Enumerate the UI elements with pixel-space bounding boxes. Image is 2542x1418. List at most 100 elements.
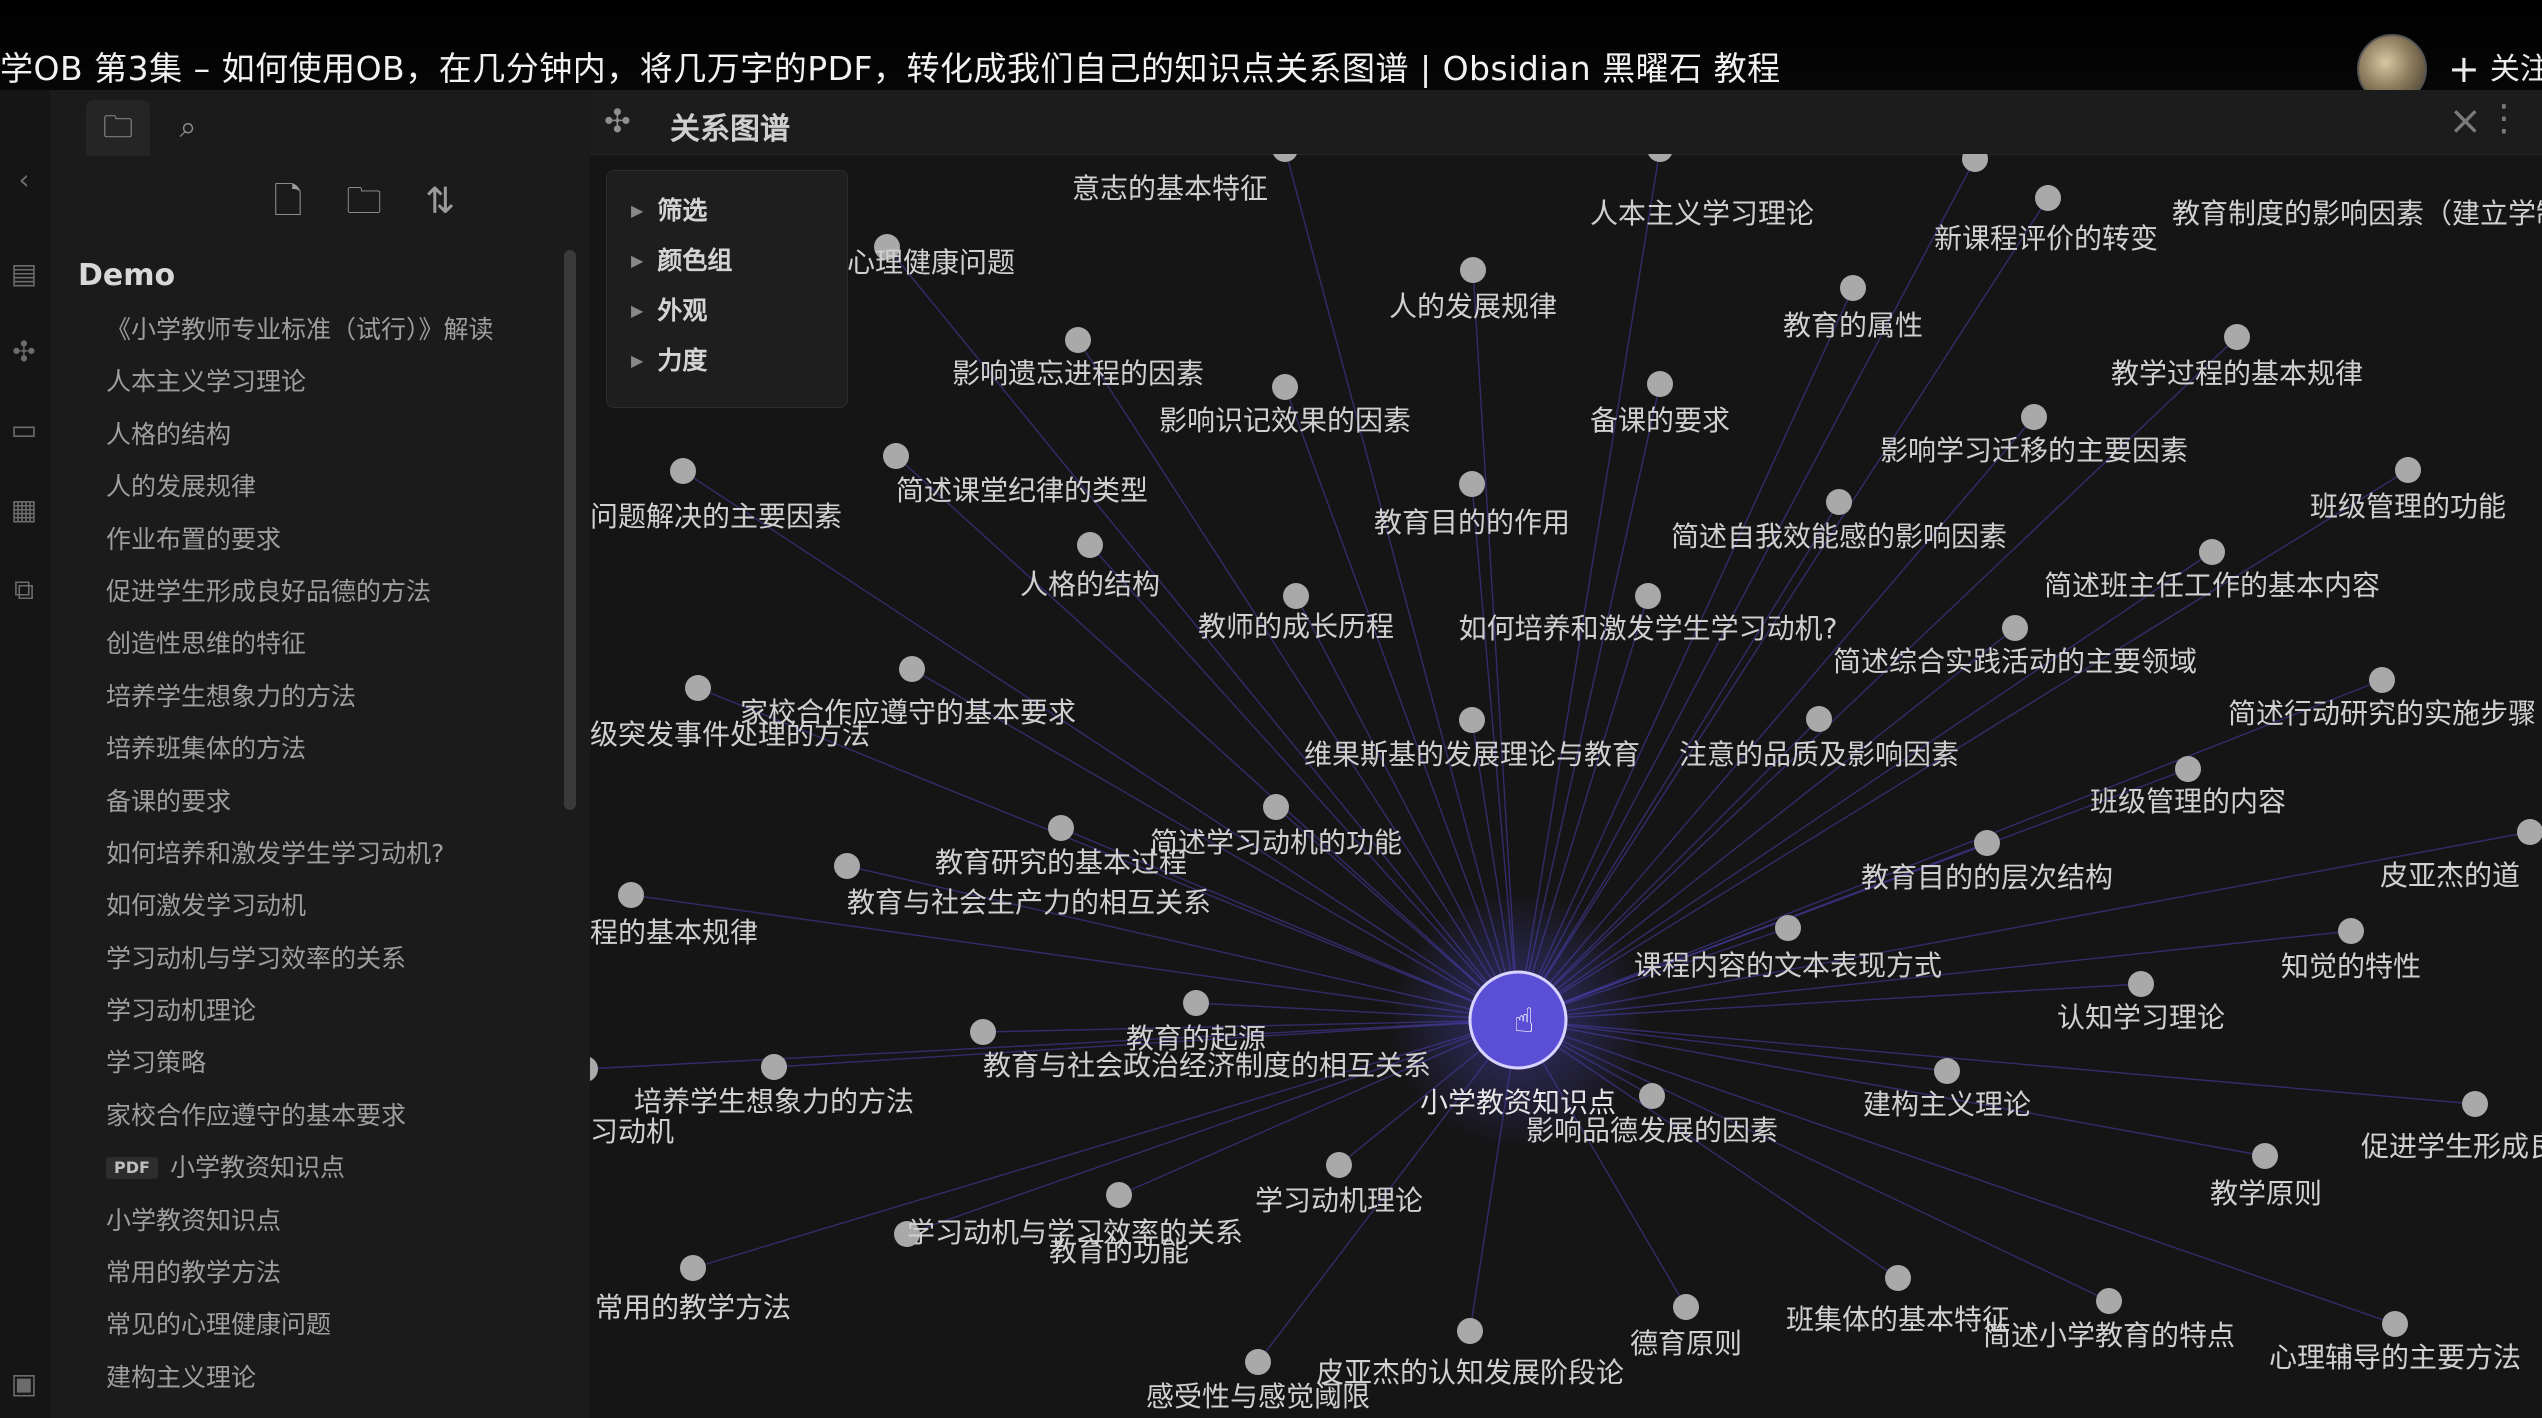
- quick-switcher-icon[interactable]: ▤: [8, 258, 40, 290]
- graph-node[interactable]: [883, 443, 909, 469]
- graph-node[interactable]: [1934, 1058, 1960, 1084]
- follow-button[interactable]: + 关注: [2448, 44, 2542, 91]
- graph-node[interactable]: [2035, 185, 2061, 211]
- graph-node[interactable]: [1840, 275, 1866, 301]
- graph-node[interactable]: [2252, 1143, 2278, 1169]
- slides-icon[interactable]: ▭: [8, 414, 40, 446]
- graph-node[interactable]: [1283, 583, 1309, 609]
- graph-node[interactable]: [761, 1054, 787, 1080]
- graph-node[interactable]: [1885, 1265, 1911, 1291]
- sidebar-tabs: 🗀 ⌕: [86, 100, 586, 156]
- graph-node[interactable]: [2338, 918, 2364, 944]
- graph-node[interactable]: [1826, 489, 1852, 515]
- graph-node[interactable]: [1459, 707, 1485, 733]
- vault-name[interactable]: Demo: [78, 258, 175, 293]
- graph-node[interactable]: [1459, 471, 1485, 497]
- graph-node[interactable]: [834, 853, 860, 879]
- sort-button[interactable]: ⇅: [412, 174, 468, 230]
- search-tab[interactable]: ⌕: [156, 100, 220, 156]
- graph-node[interactable]: [1106, 1182, 1132, 1208]
- graph-control-section[interactable]: ▶ 筛选: [631, 191, 707, 231]
- file-item[interactable]: 人的发展规律: [106, 461, 566, 513]
- vault-switch-icon[interactable]: ▣: [8, 1368, 40, 1400]
- file-item[interactable]: 学习动机与学习效率的关系: [106, 933, 566, 985]
- file-item[interactable]: 家校合作应遵守的基本要求: [106, 1090, 566, 1142]
- close-icon[interactable]: ×: [2448, 98, 2482, 144]
- new-note-icon: 🗋: [273, 181, 303, 222]
- graph-node[interactable]: [1272, 154, 1298, 162]
- graph-node[interactable]: [2096, 1288, 2122, 1314]
- new-folder-button[interactable]: 🗀: [336, 174, 392, 230]
- file-item[interactable]: 《小学教师专业标准（试行）》解读: [106, 304, 566, 356]
- graph-node[interactable]: [1048, 815, 1074, 841]
- graph-node[interactable]: [2517, 819, 2542, 845]
- file-item[interactable]: 人格的结构: [106, 409, 566, 461]
- file-item[interactable]: 建构主义理论: [106, 1352, 566, 1404]
- file-item[interactable]: 如何激发学习动机: [106, 880, 566, 932]
- file-item[interactable]: 创造性思维的特征: [106, 618, 566, 670]
- file-item[interactable]: 备课的要求: [106, 776, 566, 828]
- graph-control-label: 颜色组: [657, 246, 733, 275]
- graph-node[interactable]: [2199, 539, 2225, 565]
- graph-control-section[interactable]: ▶ 颜色组: [631, 241, 732, 281]
- graph-node[interactable]: [1647, 371, 1673, 397]
- file-item[interactable]: 常见的心理健康问题: [106, 1299, 566, 1351]
- graph-node[interactable]: [2128, 971, 2154, 997]
- graph-node[interactable]: [1673, 1294, 1699, 1320]
- file-item[interactable]: 如何培养和激发学生学习动机?: [106, 828, 566, 880]
- file-item[interactable]: 常用的教学方法: [106, 1247, 566, 1299]
- graph-node[interactable]: [1460, 257, 1486, 283]
- graph-node[interactable]: [2175, 756, 2201, 782]
- graph-node[interactable]: [2462, 1091, 2488, 1117]
- file-item[interactable]: PDF 小学教资知识点: [106, 1142, 566, 1194]
- graph-node[interactable]: [2395, 457, 2421, 483]
- file-item[interactable]: 促进学生形成良好品德的方法: [106, 566, 566, 618]
- graph-node[interactable]: [670, 458, 696, 484]
- graph-node[interactable]: [1647, 154, 1673, 162]
- graph-node[interactable]: [1326, 1152, 1352, 1178]
- graph-node[interactable]: [685, 675, 711, 701]
- graph-node[interactable]: [1065, 327, 1091, 353]
- graph-node[interactable]: [899, 656, 925, 682]
- graph-node[interactable]: [1183, 990, 1209, 1016]
- graph-node[interactable]: [1077, 532, 1103, 558]
- graph-node[interactable]: [1775, 915, 1801, 941]
- graph-node[interactable]: [1635, 583, 1661, 609]
- more-options-icon[interactable]: ⋮: [2486, 98, 2522, 139]
- graph-node[interactable]: [590, 1056, 598, 1082]
- graph-view-icon[interactable]: ✣: [8, 336, 40, 368]
- new-note-button[interactable]: 🗋: [260, 174, 316, 230]
- files-tab[interactable]: 🗀: [86, 100, 150, 156]
- open-link-icon[interactable]: ⧉: [8, 574, 40, 606]
- graph-node-label: 教育制度的影响因素（建立学制的依据）: [2172, 197, 2542, 230]
- graph-node[interactable]: [680, 1255, 706, 1281]
- file-item[interactable]: 人本主义学习理论: [106, 356, 566, 408]
- graph-node[interactable]: [1245, 1349, 1271, 1375]
- graph-node[interactable]: [2002, 615, 2028, 641]
- templates-icon[interactable]: ▦: [8, 494, 40, 526]
- graph-node[interactable]: [1639, 1083, 1665, 1109]
- graph-node[interactable]: [2021, 404, 2047, 430]
- graph-node[interactable]: [1974, 830, 2000, 856]
- graph-node[interactable]: [1962, 154, 1988, 172]
- graph-node[interactable]: [2369, 667, 2395, 693]
- graph-node[interactable]: [1272, 374, 1298, 400]
- sidebar-scrollbar[interactable]: [564, 250, 576, 810]
- graph-node[interactable]: [970, 1019, 996, 1045]
- file-item[interactable]: 作业布置的要求: [106, 514, 566, 566]
- file-item[interactable]: 培养学生想象力的方法: [106, 671, 566, 723]
- graph-control-section[interactable]: ▶ 外观: [631, 291, 707, 331]
- graph-node[interactable]: [1457, 1318, 1483, 1344]
- collapse-sidebar-icon[interactable]: ‹: [8, 164, 40, 196]
- graph-control-section[interactable]: ▶ 力度: [631, 341, 707, 381]
- graph-node[interactable]: [1263, 794, 1289, 820]
- file-item[interactable]: 学习动机理论: [106, 985, 566, 1037]
- graph-canvas[interactable]: 意志的基本特征人本主义学习理论 教育制度的影响因素（建立学制的依据） 新课程评价的转…: [590, 154, 2542, 1418]
- file-item[interactable]: 小学教资知识点: [106, 1195, 566, 1247]
- graph-node[interactable]: [618, 882, 644, 908]
- graph-node[interactable]: [1806, 706, 1832, 732]
- graph-node[interactable]: [2224, 324, 2250, 350]
- file-item[interactable]: 培养班集体的方法: [106, 723, 566, 775]
- file-item[interactable]: 学习策略: [106, 1037, 566, 1089]
- graph-node[interactable]: [2382, 1311, 2408, 1337]
